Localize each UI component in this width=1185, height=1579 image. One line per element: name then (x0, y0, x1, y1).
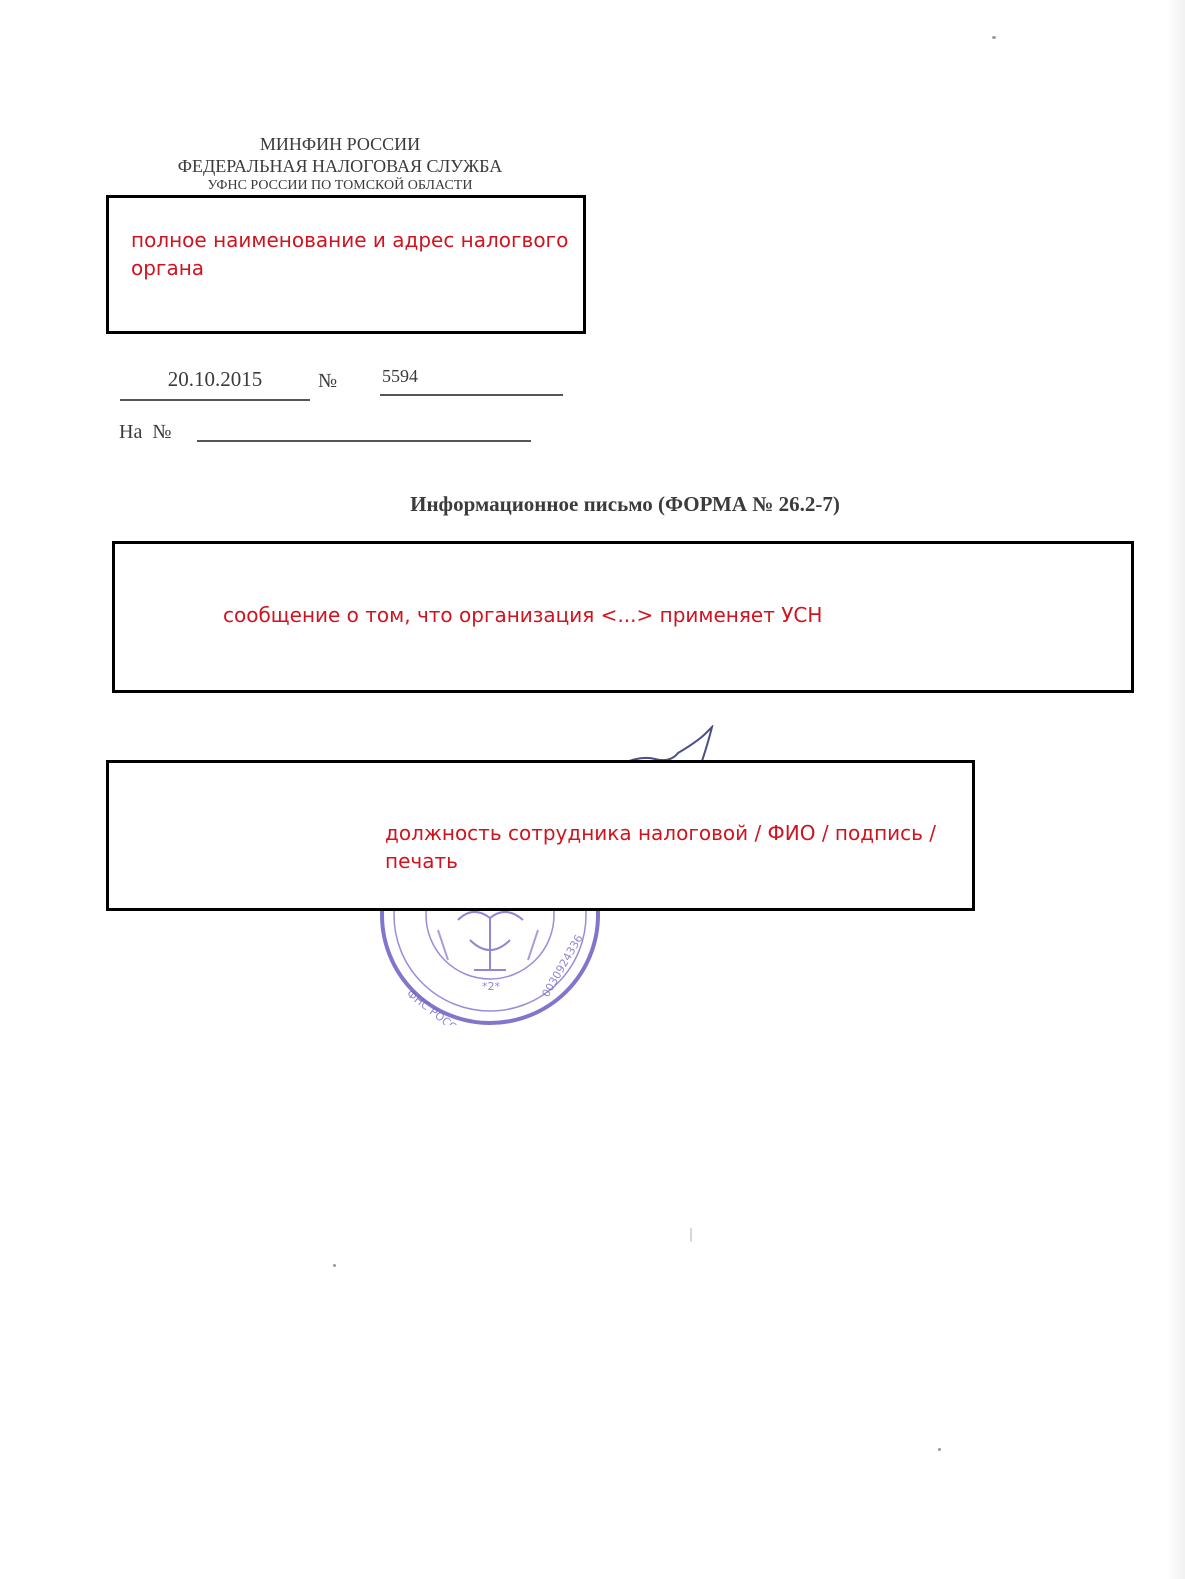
letter-date: 20.10.2015 (120, 367, 310, 401)
scan-speck (938, 1448, 941, 1451)
page-edge-shadow (1167, 0, 1185, 1579)
redaction-box-message: сообщение о том, что организация <...> п… (112, 541, 1134, 693)
redaction-note-authority: полное наименование и адрес налогвого ор… (131, 228, 569, 280)
redaction-box-authority: полное наименование и адрес налогвого ор… (106, 195, 586, 334)
letterhead: МИНФИН РОССИИ ФЕДЕРАЛЬНАЯ НАЛОГОВАЯ СЛУЖ… (140, 133, 540, 189)
letter-number: 5594 (380, 366, 563, 396)
letterhead-department: УФНС РОССИИ ПО ТОМСКОЙ ОБЛАСТИ (207, 178, 473, 189)
reference-label: На № (119, 421, 172, 443)
scan-speck (333, 1264, 336, 1267)
letterhead-service: ФЕДЕРАЛЬНАЯ НАЛОГОВАЯ СЛУЖБА (177, 156, 503, 176)
svg-text:*2*: *2* (482, 980, 500, 993)
redaction-box-signer: должность сотрудника налоговой / ФИО / п… (106, 760, 975, 911)
document-title: Информационное письмо (ФОРМА № 26.2-7) (410, 492, 840, 516)
reference-number-line (197, 436, 531, 442)
number-sign: № (318, 370, 338, 392)
svg-text:0030924336: 0030924336 (539, 932, 585, 999)
scan-speck (992, 36, 996, 39)
letterhead-ministry: МИНФИН РОССИИ (259, 134, 421, 154)
scan-speck (690, 1228, 692, 1242)
redaction-note-signer: должность сотрудника налоговой / ФИО / п… (385, 821, 937, 873)
redaction-note-message: сообщение о том, что организация <...> п… (223, 603, 823, 627)
